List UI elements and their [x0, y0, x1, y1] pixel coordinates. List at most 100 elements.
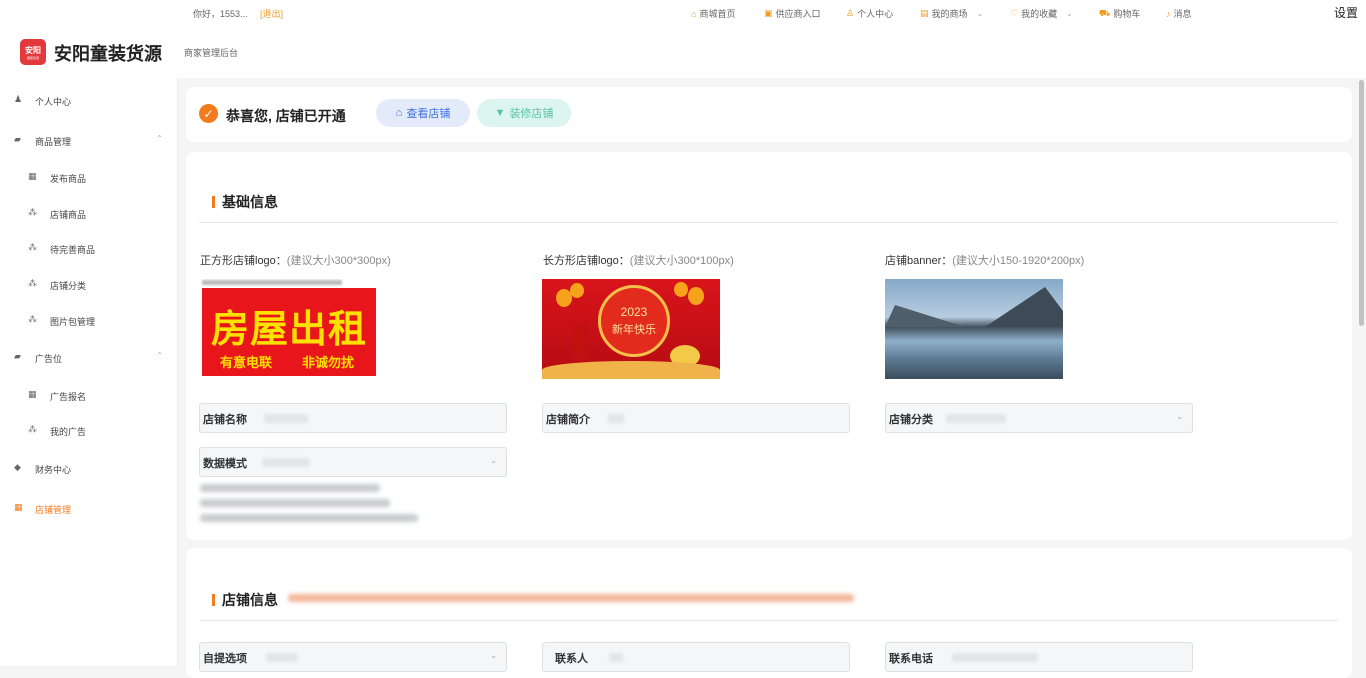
brand-name[interactable]: 安阳童装货源: [54, 40, 162, 66]
data-mode-label: 数据模式: [203, 458, 247, 470]
chevron-up-icon: ⌃: [156, 351, 163, 360]
rent-call: 有意电联: [220, 355, 273, 370]
sidebar-item-label: 广告报名: [50, 392, 87, 402]
pickup-option-select[interactable]: 自提选项 ⌄: [199, 642, 507, 672]
greeting-text: 你好，1553...: [193, 9, 248, 19]
top-nav-link[interactable]: ▤ 我的商场 ⌄: [920, 7, 983, 20]
square-logo-hint: (建议大小300*300px): [286, 255, 391, 267]
store-name-field[interactable]: 店铺名称: [199, 403, 507, 433]
sidebar-item[interactable]: ⁂ 待完善商品: [0, 239, 177, 259]
rect-logo-image[interactable]: 2023 新年快乐: [542, 279, 720, 379]
top-nav-link[interactable]: ♡ 我的收藏 ⌄: [1010, 7, 1073, 20]
tree-icon: ⁂: [28, 242, 37, 252]
sidebar-item[interactable]: ▦ 广告报名: [0, 386, 177, 406]
top-nav-label: 我的收藏: [1021, 9, 1058, 19]
top-nav-link[interactable]: ▣ 供应商入口: [764, 7, 821, 20]
sidebar-item[interactable]: ⁂ 店铺分类: [0, 275, 177, 295]
contact-label: 联系人: [555, 653, 588, 665]
page-scrollbar[interactable]: [1359, 80, 1364, 326]
blurred-note-3: [200, 514, 418, 522]
view-store-label: 查看店铺: [406, 108, 451, 120]
sidebar-item[interactable]: ▰ 商品管理 ⌃: [0, 131, 177, 151]
rect-logo-label-text: 长方形店铺logo：: [543, 255, 630, 267]
header: 安阳 童装货源 安阳童装货源 商家管理后台: [0, 25, 1366, 78]
contact-value-blurred: [609, 653, 623, 662]
logout-link[interactable]: [退出]: [260, 7, 283, 20]
sidebar-item[interactable]: ▰ 广告位 ⌃: [0, 348, 177, 368]
sidebar-item[interactable]: ⁂ 我的广告: [0, 421, 177, 441]
sidebar-item[interactable]: ▦ 店铺管理: [0, 499, 177, 519]
square-logo-label-text: 正方形店铺logo：: [200, 255, 287, 267]
store-intro-field[interactable]: 店铺简介: [542, 403, 850, 433]
logo-sub-text: 童装货源: [26, 55, 39, 60]
chevron-down-icon: ⌄: [1066, 9, 1073, 18]
store-category-label: 店铺分类: [889, 414, 933, 426]
tree-icon: ⁂: [28, 207, 37, 217]
square-logo-image[interactable]: 房屋出租 有意电联 非诚勿扰: [200, 279, 377, 378]
sidebar-item[interactable]: ♟ 个人中心: [0, 91, 177, 111]
rent-sincere: 非诚勿扰: [302, 355, 355, 370]
store-info-title-text: 店铺信息: [222, 592, 278, 608]
basic-info-title: 基础信息: [212, 192, 278, 212]
check-circle-icon: ✓: [199, 104, 218, 123]
blurred-store-notice: [288, 594, 854, 602]
sidebar-item[interactable]: ⁂ 图片包管理: [0, 311, 177, 331]
sidebar-item-label: 商品管理: [35, 137, 72, 147]
banner-label: 店铺banner：(建议大小150-1920*200px): [885, 252, 1084, 268]
data-mode-select[interactable]: 数据模式 ⌄: [199, 447, 507, 477]
divider: [199, 620, 1338, 621]
section-marker: [212, 196, 215, 208]
settings-link[interactable]: 设置: [1334, 4, 1358, 21]
contact-person-field[interactable]: 联系人: [542, 642, 850, 672]
store-intro-value-blurred: [607, 414, 625, 423]
phone-label: 联系电话: [889, 653, 933, 665]
contact-phone-field[interactable]: 联系电话: [885, 642, 1193, 672]
lantern-left2: [570, 283, 584, 298]
top-nav-link[interactable]: ⌂ 商城首页: [691, 7, 735, 20]
sidebar-item-label: 我的广告: [50, 427, 87, 437]
store-name-value-blurred: [264, 414, 308, 423]
grid-icon: ▦: [14, 502, 23, 512]
top-nav-label: 个人中心: [857, 9, 894, 19]
image-caption-blur: [202, 280, 342, 285]
top-nav-label: 消息: [1173, 9, 1192, 19]
sidebar-item-label: 图片包管理: [50, 317, 96, 327]
square-logo-label: 正方形店铺logo：(建议大小300*300px): [200, 252, 391, 268]
top-nav-link[interactable]: ♙ 个人中心: [846, 7, 893, 20]
chevron-down-icon: ⌄: [490, 651, 497, 660]
sidebar-item-label: 店铺管理: [35, 505, 72, 515]
sidebar-item[interactable]: ⁂ 店铺商品: [0, 204, 177, 224]
store-opened-card: [186, 87, 1352, 142]
sidebar: ♟ 个人中心 ▰ 商品管理 ⌃ ▦ 发布商品 ⁂ 店铺商品 ⁂ 待完善商品 ⁂ 店铺分类 ⁂ 图片包管理 ▰ 广…: [0, 78, 178, 666]
home-icon: ⌂: [395, 107, 403, 119]
mountain-shape-left: [885, 305, 965, 327]
cart-icon: ⛟: [1099, 7, 1111, 18]
sidebar-item[interactable]: ◆ 财务中心: [0, 459, 177, 479]
top-nav-label: 我的商场: [931, 9, 968, 19]
store-icon: ▤: [920, 8, 929, 18]
chevron-down-icon: ⌄: [490, 456, 497, 465]
tree-icon: ⁂: [28, 424, 37, 434]
sidebar-item-label: 广告位: [35, 354, 63, 364]
data-mode-value-blurred: [262, 458, 310, 467]
ny-year: 2023: [620, 305, 648, 319]
decorate-store-button[interactable]: ▼ 装修店铺: [477, 99, 571, 127]
sidebar-item-label: 店铺商品: [50, 210, 87, 220]
banner-image[interactable]: [885, 279, 1063, 379]
sidebar-item-label: 待完善商品: [50, 245, 96, 255]
basic-info-title-text: 基础信息: [222, 194, 278, 210]
rent-sign: 房屋出租 有意电联 非诚勿扰: [202, 288, 376, 376]
sidebar-item-label: 店铺分类: [50, 281, 87, 291]
store-category-select[interactable]: 店铺分类 ⌄: [885, 403, 1193, 433]
divider: [199, 222, 1338, 223]
store-info-title: 店铺信息: [212, 590, 278, 610]
view-store-button[interactable]: ⌂ 查看店铺: [376, 99, 470, 127]
figure-left: [574, 323, 588, 359]
sidebar-item[interactable]: ▦ 发布商品: [0, 168, 177, 188]
section-marker: [212, 594, 215, 606]
top-nav-link[interactable]: ♪ 消息: [1166, 7, 1192, 20]
site-logo[interactable]: 安阳 童装货源: [20, 39, 46, 65]
banner-hint: (建议大小150-1920*200px): [952, 255, 1085, 267]
chevron-down-icon: ⌄: [976, 9, 984, 18]
top-nav-link[interactable]: ⛟ 购物车: [1099, 7, 1140, 20]
